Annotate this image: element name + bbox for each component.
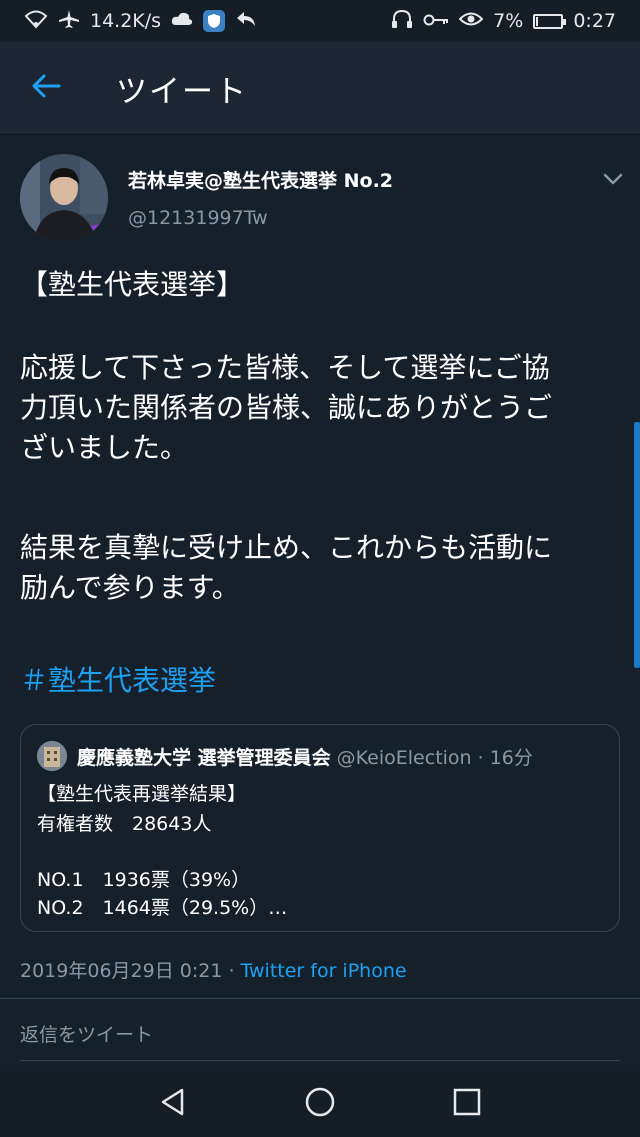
quoted-text-line: NO.2 1464票（29.5%）…	[37, 897, 288, 919]
tweet-text-line: 結果を真摯に受け止め、これからも活動に	[20, 531, 553, 564]
nav-recents-icon	[453, 1088, 481, 1120]
battery-icon	[533, 13, 567, 29]
system-nav-bar	[0, 1070, 640, 1137]
nav-recents-button[interactable]	[442, 1079, 492, 1129]
hashtag-link[interactable]: ＃塾生代表選挙	[20, 661, 216, 701]
nav-home-icon	[304, 1086, 336, 1122]
headphones-icon	[391, 9, 413, 34]
status-bar-left: 14.2K/s	[24, 9, 257, 34]
tweet-text-line: 応援して下さった皆様、そして選挙にご協	[20, 351, 550, 384]
shield-icon	[203, 10, 226, 32]
divider	[0, 998, 640, 999]
scrollbar[interactable]	[634, 422, 640, 668]
app-header: ツイート	[0, 42, 640, 135]
nav-back-button[interactable]	[148, 1079, 198, 1129]
quoted-text-line: 有権者数 28643人	[37, 813, 212, 835]
quoted-meta: @KeioElection · 16分	[330, 747, 533, 769]
battery-percent: 7%	[493, 10, 524, 32]
key-icon	[423, 10, 449, 32]
nav-home-button[interactable]	[295, 1079, 345, 1129]
quoted-author-name: 慶應義塾大学 選挙管理委員会	[77, 747, 331, 769]
reply-input[interactable]	[20, 1010, 620, 1061]
quoted-header: 慶應義塾大学 選挙管理委員会 @KeioElection · 16分	[77, 743, 533, 770]
page-title: ツイート	[116, 73, 248, 110]
network-speed: 14.2K/s	[90, 10, 162, 32]
nav-back-icon	[158, 1087, 188, 1121]
reply-arrow-icon	[235, 10, 257, 33]
quoted-text-line: NO.1 1936票（39%）	[37, 869, 251, 891]
airplane-icon	[58, 9, 80, 34]
avatar[interactable]	[20, 154, 108, 242]
status-bar: 14.2K/s 7% 0:27	[0, 0, 640, 42]
quoted-avatar	[37, 741, 67, 771]
author-name[interactable]: 若林卓実@塾生代表選挙 No.2	[128, 166, 393, 193]
tweet-text-line: ざいました。	[20, 431, 189, 464]
source-link[interactable]: Twitter for iPhone	[241, 960, 407, 982]
tweet-paragraph-2: 応援して下さった皆様、そして選挙にご協 力頂いた関係者の皆様、誠にありがとうご …	[20, 348, 630, 468]
back-arrow-icon	[31, 73, 61, 103]
eye-icon	[458, 10, 484, 33]
chevron-down-icon	[600, 173, 626, 196]
tweet-text-line: 力頂いた関係者の皆様、誠にありがとうご	[20, 391, 553, 424]
tweet-timestamp: 2019年06月29日 0:21 · Twitter for iPhone	[20, 956, 407, 983]
tweet-paragraph-3: 結果を真摯に受け止め、これからも活動に 励んで参ります。	[20, 528, 630, 608]
quoted-tweet[interactable]: 慶應義塾大学 選挙管理委員会 @KeioElection · 16分 【塾生代表…	[20, 724, 620, 932]
tweet-text-title: 【塾生代表選挙】	[20, 268, 245, 301]
quoted-text-line: 【塾生代表再選挙結果】	[37, 783, 247, 805]
cloud-icon	[171, 10, 193, 32]
wifi-icon	[24, 9, 48, 34]
tweet-text-line: 励んで参ります。	[20, 571, 240, 604]
status-bar-right: 7% 0:27	[391, 9, 616, 34]
author-handle[interactable]: @12131997Tw	[128, 207, 268, 229]
back-button[interactable]	[26, 68, 66, 108]
clock: 0:27	[573, 10, 616, 32]
timestamp-text: 2019年06月29日 0:21 ·	[20, 960, 241, 982]
tweet-menu-button[interactable]	[600, 166, 626, 192]
